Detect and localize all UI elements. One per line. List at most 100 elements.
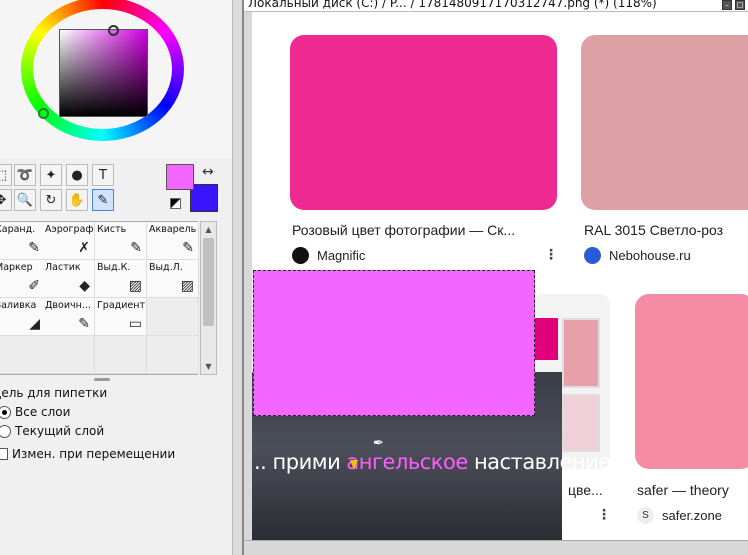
brush-fill[interactable]: Заливка ◢ (0, 298, 45, 336)
safer-logo-icon: S (637, 507, 654, 524)
video-caption-highlight: ангельское (346, 450, 468, 474)
watercolor-icon: ✎ (182, 240, 194, 256)
radio-current-layer-dot[interactable] (0, 424, 11, 438)
move-icon[interactable]: ✥ (0, 189, 12, 211)
brush-watercolor[interactable]: Акварель ✎ (147, 222, 199, 260)
brush-label: Заливка (0, 300, 37, 311)
brush-deselect-pen[interactable]: Выд.Л. ▨ (147, 260, 199, 298)
brush-binary-pen[interactable]: Двоичн... ✎ (43, 298, 95, 336)
rotate-icon[interactable]: ↻ (40, 189, 62, 211)
brush-empty-slot[interactable] (0, 336, 45, 374)
brush-empty-slot[interactable] (147, 336, 199, 374)
magnific-logo-icon (292, 247, 309, 264)
deselect-pen-icon: ▨ (180, 278, 194, 294)
radio-current-layer-label: Текущий слой (15, 424, 105, 438)
video-caption: .. прими ангельское наставление. (254, 450, 617, 474)
brush-airbrush[interactable]: Аэрограф ✗ (43, 222, 95, 260)
card-title-3[interactable]: цве... (568, 482, 603, 498)
card-title-4[interactable]: safer — theory (637, 482, 729, 498)
brush-label: Маркер (0, 262, 33, 273)
document-title: Локальный диск (C:) / P... / 17814809171… (248, 0, 657, 10)
card-source-2[interactable]: Nebohouse.ru (584, 247, 691, 264)
brush-label: Аэрограф (45, 224, 94, 235)
swap-colors-icon[interactable]: ↔ (202, 164, 214, 180)
brush-label: Выд.К. (97, 262, 131, 273)
hand-icon[interactable]: ✋ (66, 189, 88, 211)
panel-divider[interactable] (232, 0, 244, 555)
palette-chip-1 (562, 318, 600, 388)
brush-label: Двоичн... (45, 300, 91, 311)
card-image-ral[interactable] (581, 35, 748, 210)
scroll-down-icon[interactable]: ▼ (202, 360, 215, 373)
brush-gradient[interactable]: Градиент ▭ (95, 298, 147, 336)
brush-eraser[interactable]: Ластик ◆ (43, 260, 95, 298)
text-icon[interactable]: T (92, 164, 114, 186)
shape-icon[interactable]: ● (66, 164, 88, 186)
more-options-icon[interactable]: ⋮ (544, 247, 558, 263)
brush-marker[interactable]: Маркер ✐ (0, 260, 45, 298)
rect-select-icon[interactable]: ⬚ (0, 164, 12, 186)
brush-scrollbar[interactable]: ▲ ▼ (200, 221, 217, 375)
brush-select-pen[interactable]: Выд.К. ▨ (95, 260, 147, 298)
eraser-icon: ◆ (79, 278, 90, 294)
palette-chip-3 (532, 318, 558, 360)
pencil-icon: ✎ (28, 240, 40, 256)
color-wheel-panel (0, 0, 232, 158)
paint-app-window: ⬚➰✦●T✥🔍↻✋✎ ↔ Каранд.✎Аэрограф✗Кисть✎Аква… (0, 0, 748, 555)
change-on-move-label: Измен. при перемещении (12, 447, 176, 461)
brush-empty-slot[interactable] (43, 336, 95, 374)
card-image-safer[interactable] (635, 294, 748, 469)
brush-label: Акварель (149, 224, 197, 235)
lasso-icon[interactable]: ➰ (14, 164, 36, 186)
card-image-pink[interactable] (290, 35, 557, 210)
fill-icon: ◢ (29, 316, 40, 332)
brush-label: Выд.Л. (149, 262, 183, 273)
radio-current-layer[interactable]: Текущий слой (0, 422, 104, 440)
brush-brush[interactable]: Кисть ✎ (95, 222, 147, 260)
radio-all-layers-label: Все слои (15, 405, 71, 419)
select-pen-icon: ▨ (128, 278, 142, 294)
card-source-4[interactable]: S safer.zone (637, 507, 722, 524)
airbrush-icon: ✗ (78, 240, 90, 256)
card-source-label-4: safer.zone (662, 508, 722, 523)
card-source-1[interactable]: Magnific (292, 247, 365, 264)
hue-handle[interactable] (38, 108, 49, 119)
change-on-move-option[interactable]: Измен. при перемещении (0, 445, 175, 463)
canvas-gutter (244, 12, 252, 540)
maximize-icon[interactable]: □ (735, 0, 745, 10)
scroll-thumb[interactable] (203, 238, 214, 326)
selection-fill-rect[interactable] (253, 270, 535, 416)
reset-colors-icon[interactable] (170, 198, 181, 209)
card-source-label-2: Nebohouse.ru (609, 248, 691, 263)
gradient-icon: ▭ (128, 316, 142, 332)
sv-handle[interactable] (108, 25, 119, 36)
more-options-icon-2[interactable]: ⋮ (597, 507, 611, 523)
brush-empty-slot[interactable] (95, 336, 147, 374)
eyedropper-cursor-icon: ✒ (373, 436, 384, 451)
document-statusbar (244, 540, 748, 555)
brush-empty-slot[interactable] (147, 298, 199, 336)
document-titlebar: Локальный диск (C:) / P... / 17814809171… (244, 0, 748, 12)
binary-pen-icon: ✎ (78, 316, 90, 332)
card-title-2[interactable]: RAL 3015 Светло-роз (584, 222, 723, 238)
card-title-1[interactable]: Розовый цвет фотографии — Ск... (292, 222, 515, 238)
saturation-value-square[interactable] (59, 29, 148, 117)
change-on-move-checkbox[interactable] (0, 448, 8, 460)
panel-splitter[interactable] (94, 378, 110, 381)
brush-label: Кисть (97, 224, 127, 235)
brush-grid: Каранд.✎Аэрограф✗Кисть✎Акварель✎Маркер✐Л… (0, 221, 199, 375)
nebohouse-logo-icon (584, 247, 601, 264)
background-color-swatch[interactable] (190, 184, 218, 212)
radio-all-layers[interactable]: Все слои (0, 403, 70, 421)
video-caption-pre: .. прими (254, 450, 347, 474)
scroll-up-icon[interactable]: ▲ (202, 223, 215, 236)
foreground-color-swatch[interactable] (166, 164, 194, 190)
video-caption-post: наставление. (467, 450, 617, 474)
minimize-icon[interactable]: – (722, 0, 732, 10)
radio-all-layers-dot[interactable] (0, 405, 11, 419)
eyedropper-icon[interactable]: ✎ (92, 189, 114, 211)
brush-pencil[interactable]: Каранд. ✎ (0, 222, 45, 260)
brush-label: Градиент (97, 300, 145, 311)
zoom-icon[interactable]: 🔍 (14, 189, 36, 211)
magic-wand-icon[interactable]: ✦ (40, 164, 62, 186)
